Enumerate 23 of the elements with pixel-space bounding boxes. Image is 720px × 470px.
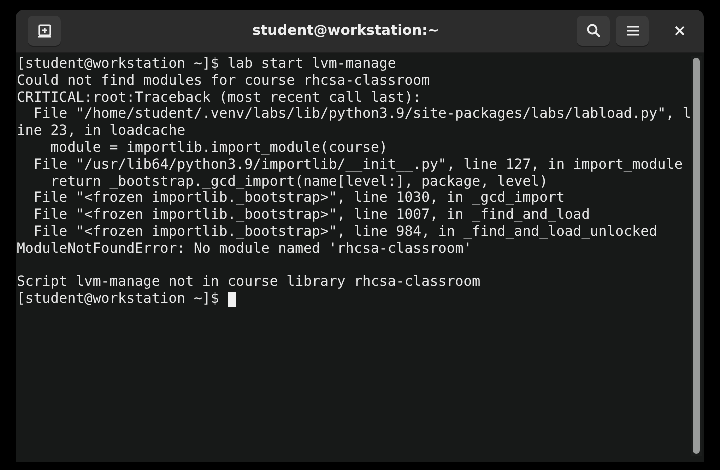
terminal-line: [student@workstation ~]$ lab start lvm-manage: [17, 56, 396, 73]
menu-button[interactable]: [616, 16, 649, 46]
shell-prompt: [student@workstation ~]$: [17, 291, 220, 308]
terminal-line: return _bootstrap._gcd_import(name[level:], package, level): [50, 174, 548, 190]
search-icon: [586, 24, 600, 38]
close-icon: [674, 26, 684, 36]
terminal-line: File "<frozen importlib._bootstrap>", line 1030, in _gcd_import: [32, 190, 565, 208]
new-tab-button[interactable]: [28, 16, 61, 46]
menu-icon: [626, 25, 638, 37]
terminal-line: File "<frozen importlib._bootstrap>", line 1007, in _find_and_load: [32, 207, 590, 224]
terminal-line: Could not find modules for course rhcsa-classroom: [17, 72, 430, 90]
terminal-line: ine 23, in loadcache: [17, 123, 186, 140]
terminal-line: File "/usr/lib64/python3.9/importlib/__init__.py", line 127, in import_module: [32, 156, 683, 174]
scrollbar[interactable]: [691, 56, 702, 456]
terminal-line: Script lvm-manage not in course library rhcsa-classroom: [17, 274, 481, 292]
terminal-line: ModuleNotFoundError: No module named 'rhcsa-classroom': [17, 240, 472, 258]
terminal-line: module = importlib.import_module(course): [50, 140, 388, 157]
terminal-line: File "/home/student/.venv/labs/lib/python3.9/site-packages/labs/labload.py", l: [32, 106, 692, 124]
search-button[interactable]: [577, 16, 610, 46]
terminal-line: File "<frozen importlib._bootstrap>", line 984, in _find_and_load_unlocked: [32, 224, 658, 241]
new-tab-icon: [38, 24, 52, 38]
window-title: student@workstation:~: [252, 23, 440, 39]
terminal-line: CRITICAL:root:Traceback (most recent call last):: [17, 90, 422, 106]
